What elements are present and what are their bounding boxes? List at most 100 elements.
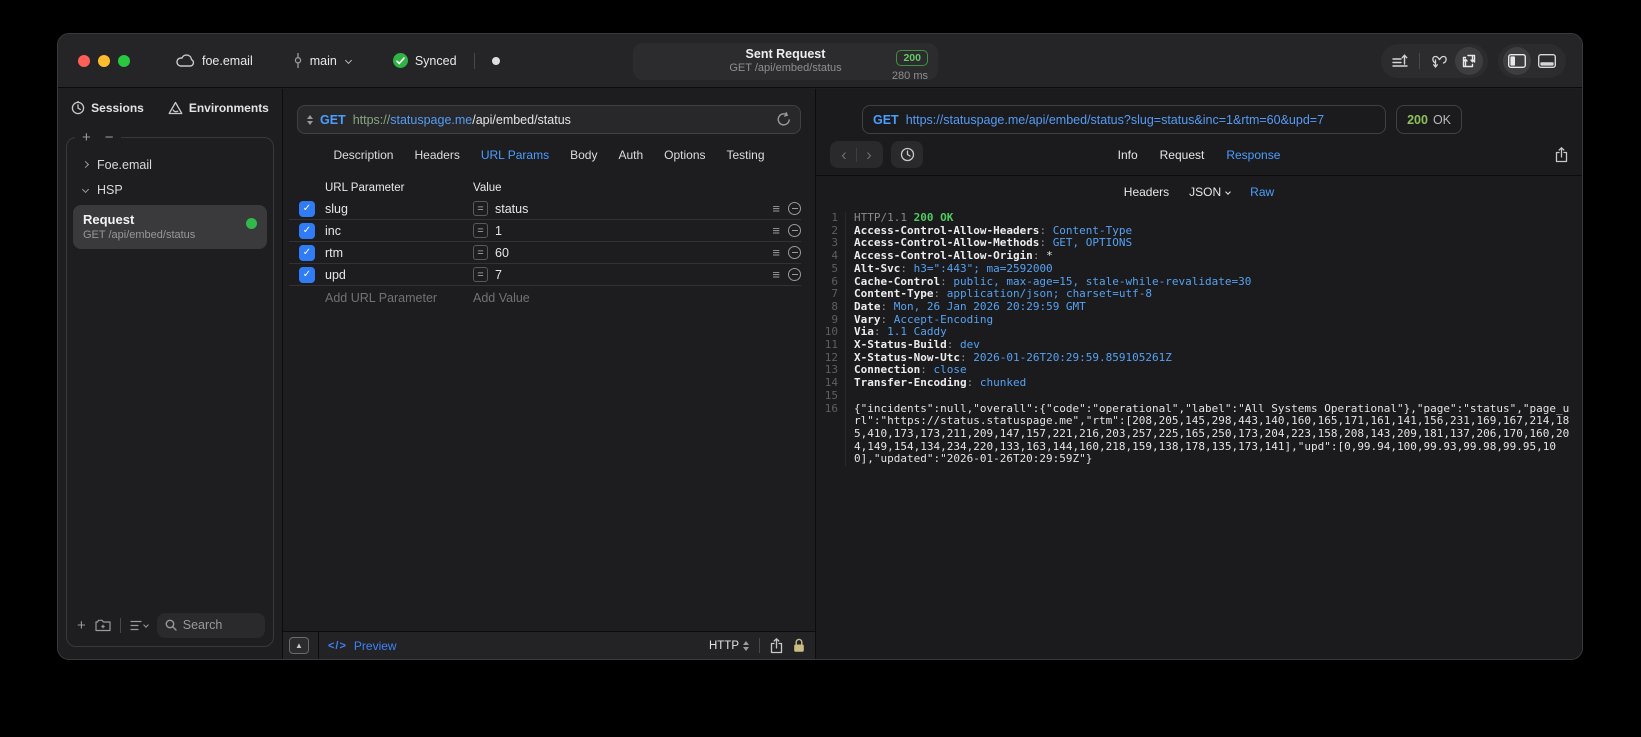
param-value-field[interactable]: 7 <box>495 268 502 282</box>
tab-testing[interactable]: Testing <box>727 148 765 162</box>
protocol-select[interactable]: HTTP <box>709 640 749 652</box>
request-url[interactable]: https://statuspage.me/api/embed/status <box>353 113 571 127</box>
method-stepper-icon[interactable] <box>307 114 313 125</box>
list-options-icon[interactable] <box>130 620 149 631</box>
row-drag-icon[interactable]: ≡ <box>772 245 780 260</box>
request-panel-footer: ▲ </> Preview HTTP <box>283 631 815 659</box>
traffic-lights <box>78 54 130 67</box>
row-remove-icon[interactable] <box>788 246 801 259</box>
tab-headers[interactable]: Headers <box>414 148 459 162</box>
lock-icon[interactable] <box>793 638 805 653</box>
param-row: ✓ rtm = 60 ≡ <box>289 242 801 264</box>
param-checkbox[interactable]: ✓ <box>299 244 315 261</box>
tab-auth[interactable]: Auth <box>618 148 643 162</box>
row-drag-icon[interactable]: ≡ <box>772 223 780 238</box>
branch-icon <box>293 53 303 68</box>
add-param-value-field[interactable]: Add Value <box>473 291 757 305</box>
chevron-down-icon[interactable] <box>344 56 352 65</box>
sent-request-pill[interactable]: Sent Request GET /api/embed/status 200 2… <box>633 43 938 82</box>
sessions-panel: + − Foe.email HSP Request GET /api/embed… <box>66 129 274 647</box>
response-code[interactable]: 1 HTTP/1.1 200 OK 2 Access-Control-Allow… <box>816 207 1582 659</box>
equals-icon: = <box>473 267 488 282</box>
tree-group-hsp[interactable]: HSP <box>67 177 273 202</box>
collapse-panel-icon[interactable]: ▲ <box>289 637 309 654</box>
search-icon <box>165 619 177 631</box>
tree-group-foe-email[interactable]: Foe.email <box>67 152 273 177</box>
protocol-stepper-icon <box>743 640 749 651</box>
row-drag-icon[interactable]: ≡ <box>772 267 780 282</box>
back-icon[interactable]: ‹ <box>832 143 856 167</box>
param-name-field[interactable]: inc <box>325 224 473 238</box>
param-name-field[interactable]: slug <box>325 202 473 216</box>
export-icon[interactable] <box>1555 146 1568 163</box>
response-url-box[interactable]: GET https://statuspage.me/api/embed/stat… <box>862 105 1387 134</box>
sync-status-label[interactable]: Synced <box>415 54 457 68</box>
reorder-requests-icon[interactable] <box>1386 47 1414 75</box>
branch-name[interactable]: main <box>310 54 337 68</box>
response-url: https://statuspage.me/api/embed/status?s… <box>905 112 1325 127</box>
toggle-sidebar-icon[interactable] <box>1503 47 1531 75</box>
request-method[interactable]: GET <box>320 113 346 127</box>
subtab-json[interactable]: JSON <box>1189 185 1232 199</box>
toggle-bottom-panel-icon[interactable] <box>1533 47 1561 75</box>
param-name-field[interactable]: rtm <box>325 246 473 260</box>
tab-body[interactable]: Body <box>570 148 597 162</box>
subtab-raw[interactable]: Raw <box>1250 185 1274 199</box>
unsaved-status-dot <box>491 56 500 65</box>
zoom-window-button[interactable] <box>118 54 130 67</box>
response-status-code: 200 <box>1407 112 1428 127</box>
close-window-button[interactable] <box>78 54 90 67</box>
request-status-dot <box>246 218 257 229</box>
request-url-bar[interactable]: GET https://statuspage.me/api/embed/stat… <box>297 105 801 134</box>
row-drag-icon[interactable]: ≡ <box>772 201 780 216</box>
minimize-window-button[interactable] <box>98 54 110 67</box>
add-param-name-field[interactable]: Add URL Parameter <box>325 291 473 305</box>
tab-request[interactable]: Request <box>1160 148 1205 162</box>
tab-environments[interactable]: Environments <box>168 101 269 115</box>
param-value-field[interactable]: 60 <box>495 246 509 260</box>
refresh-icon[interactable] <box>777 112 791 127</box>
row-remove-icon[interactable] <box>788 224 801 237</box>
disclosure-chevron-icon[interactable] <box>81 185 90 194</box>
param-checkbox[interactable]: ✓ <box>299 266 315 283</box>
param-value-field[interactable]: 1 <box>495 224 502 238</box>
disclosure-chevron-icon[interactable] <box>81 160 90 169</box>
row-remove-icon[interactable] <box>788 202 801 215</box>
forward-icon[interactable]: › <box>857 143 881 167</box>
add-session-icon[interactable]: + <box>82 129 91 146</box>
project-name[interactable]: foe.email <box>202 54 253 68</box>
tab-options[interactable]: Options <box>664 148 705 162</box>
equals-icon: = <box>473 223 488 238</box>
param-checkbox[interactable]: ✓ <box>299 200 315 217</box>
sidebar-item-request[interactable]: Request GET /api/embed/status <box>73 205 267 249</box>
tab-info[interactable]: Info <box>1118 148 1138 162</box>
sync-requests-icon[interactable] <box>1455 47 1483 75</box>
param-table-header: URL Parameter Value <box>289 178 801 198</box>
param-row: ✓ inc = 1 ≡ <box>289 220 801 242</box>
response-status-text: OK <box>1432 112 1451 127</box>
tab-url-params[interactable]: URL Params <box>481 148 549 162</box>
share-icon[interactable] <box>770 637 783 654</box>
tab-sessions[interactable]: Sessions <box>71 101 144 115</box>
history-clock-icon[interactable] <box>891 141 923 168</box>
row-remove-icon[interactable] <box>788 268 801 281</box>
synced-check-icon <box>392 53 408 68</box>
new-folder-icon[interactable] <box>95 619 111 632</box>
preview-button[interactable]: </> Preview <box>328 639 397 653</box>
environments-icon <box>168 101 183 115</box>
merge-branch-icon[interactable] <box>1425 47 1453 75</box>
param-name-field[interactable]: upd <box>325 268 473 282</box>
remove-session-icon[interactable]: − <box>105 129 114 146</box>
response-panel: GET https://statuspage.me/api/embed/stat… <box>816 89 1582 659</box>
search-input[interactable] <box>182 618 257 632</box>
tab-response[interactable]: Response <box>1226 148 1280 162</box>
toolbar-right <box>1381 44 1566 78</box>
param-value-field[interactable]: status <box>495 202 528 216</box>
add-request-icon[interactable]: + <box>77 617 86 634</box>
app-window: foe.email main Synced Sent Request GET /… <box>57 33 1583 660</box>
param-checkbox[interactable]: ✓ <box>299 222 315 239</box>
subtab-headers[interactable]: Headers <box>1124 185 1169 199</box>
param-row: ✓ slug = status ≡ <box>289 198 801 220</box>
tab-description[interactable]: Description <box>333 148 393 162</box>
sidebar-search[interactable] <box>156 612 265 638</box>
